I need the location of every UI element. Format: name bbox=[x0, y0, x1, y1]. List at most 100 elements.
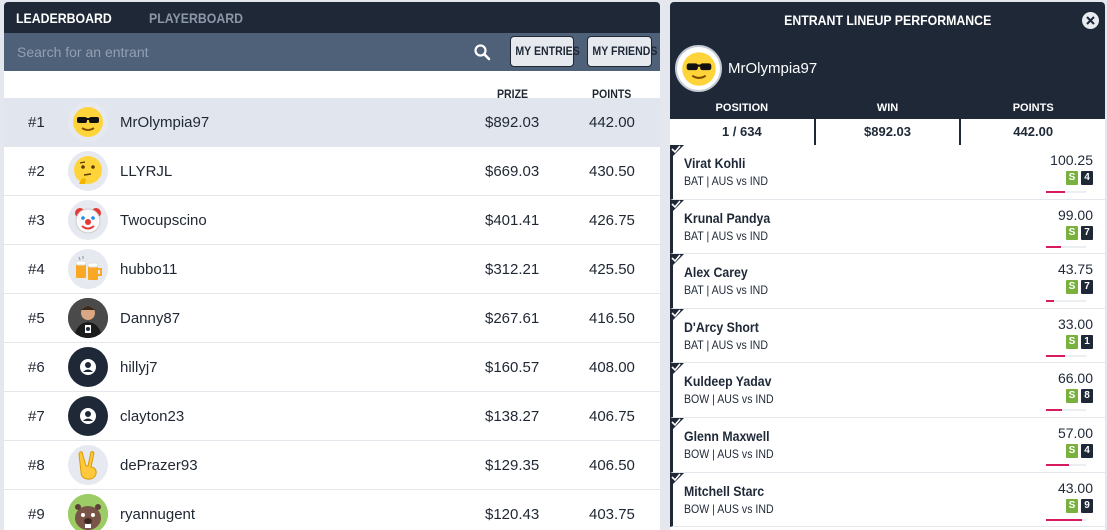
username[interactable]: ryannugent bbox=[120, 506, 195, 523]
progress-bar bbox=[1046, 463, 1086, 466]
prize-value: $401.41 bbox=[485, 211, 540, 229]
player-row[interactable]: Krunal Pandya BAT | AUS vs IND 99.00 S 7 bbox=[670, 199, 1105, 255]
panel-title: ENTRANT LINEUP PERFORMANCE bbox=[783, 12, 992, 28]
table-row[interactable]: #1 MrOlympia97 $892.03 442.00 bbox=[4, 98, 660, 147]
table-row[interactable]: #3 Twocupscino $401.41 426.75 bbox=[4, 196, 660, 245]
player-info: BOW | AUS vs IND bbox=[684, 501, 774, 516]
progress-fill bbox=[1046, 518, 1082, 521]
avatar bbox=[68, 200, 108, 240]
status-badge: S bbox=[1066, 498, 1078, 513]
player-role: BAT bbox=[684, 174, 704, 188]
tab-playerboard[interactable]: PLAYERBOARD bbox=[149, 10, 256, 26]
player-name: Glenn Maxwell bbox=[684, 427, 770, 444]
search-input[interactable] bbox=[4, 33, 500, 71]
username[interactable]: Danny87 bbox=[120, 310, 180, 327]
player-info: BAT | AUS vs IND bbox=[684, 283, 768, 298]
player-badges: S7 bbox=[1066, 225, 1093, 240]
prize-value: $312.21 bbox=[485, 260, 540, 278]
player-opponent: IND bbox=[749, 283, 768, 298]
check-icon bbox=[670, 145, 684, 159]
player-badges: S4 bbox=[1066, 443, 1093, 458]
search-icon[interactable] bbox=[473, 43, 491, 61]
player-info: BAT | AUS vs IND bbox=[684, 174, 768, 188]
prize-value: $120.43 bbox=[485, 505, 540, 523]
player-row[interactable]: D'Arcy Short BAT | AUS vs IND 33.00 S 1 bbox=[670, 308, 1105, 364]
table-row[interactable]: #4 hubbo11 $312.21 425.50 bbox=[4, 245, 660, 294]
stat-label: POSITION bbox=[670, 97, 814, 119]
entrant-stats: POSITION 1 / 634 WIN $892.03 POINTS 442.00 bbox=[670, 97, 1105, 145]
progress-fill bbox=[1046, 409, 1062, 412]
progress-fill bbox=[1046, 300, 1054, 303]
player-opponent: IND bbox=[749, 337, 768, 352]
rank: #6 bbox=[28, 358, 45, 376]
player-row[interactable]: Alex Carey BAT | AUS vs IND 43.75 S 7 bbox=[670, 254, 1105, 309]
username[interactable]: clayton23 bbox=[120, 408, 184, 425]
progress-bar bbox=[1046, 518, 1086, 521]
progress-fill bbox=[1046, 463, 1070, 466]
player-role: BAT bbox=[684, 337, 704, 352]
player-badges: S4 bbox=[1066, 171, 1093, 185]
avatar bbox=[68, 347, 108, 387]
progress-bar bbox=[1046, 245, 1086, 248]
progress-fill bbox=[1046, 354, 1065, 357]
count-badge: 8 bbox=[1081, 389, 1093, 404]
count-badge: 4 bbox=[1081, 443, 1093, 458]
rank: #7 bbox=[28, 407, 45, 425]
rank: #2 bbox=[28, 162, 45, 180]
rank: #8 bbox=[28, 456, 45, 474]
stat-label: WIN bbox=[815, 97, 960, 119]
player-role: BAT bbox=[684, 283, 704, 298]
player-row[interactable]: Mitchell Starc BOW | AUS vs IND 43.00 S 9 bbox=[670, 472, 1105, 528]
player-opponent: IND bbox=[749, 228, 768, 243]
tab-leaderboard[interactable]: LEADERBOARD bbox=[16, 10, 125, 26]
username[interactable]: MrOlympia97 bbox=[120, 114, 209, 131]
entrant-avatar bbox=[675, 45, 722, 92]
player-row[interactable]: Kuldeep Yadav BOW | AUS vs IND 66.00 S 8 bbox=[670, 363, 1105, 418]
player-team: AUS bbox=[717, 392, 739, 407]
player-role: BOW bbox=[684, 446, 710, 461]
my-entries-button[interactable]: MY ENTRIES bbox=[510, 36, 580, 67]
player-team: AUS bbox=[717, 446, 739, 461]
table-row[interactable]: #2 LLYRJL $669.03 430.50 bbox=[4, 147, 660, 196]
username[interactable]: hillyj7 bbox=[120, 359, 158, 376]
username[interactable]: hubbo11 bbox=[120, 261, 177, 278]
player-points: 43.00 bbox=[1057, 479, 1093, 496]
player-name: Alex Carey bbox=[684, 264, 748, 281]
avatar bbox=[68, 151, 108, 191]
table-row[interactable]: #9 ryannugent $120.43 403.75 bbox=[4, 490, 660, 530]
clown-face-icon bbox=[75, 208, 101, 234]
points-value: 430.50 bbox=[589, 162, 635, 180]
player-row[interactable]: Virat Kohli BAT | AUS vs IND 100.25 S 4 bbox=[670, 145, 1105, 200]
player-info: BAT | AUS vs IND bbox=[684, 337, 768, 352]
player-badges: S9 bbox=[1066, 498, 1093, 513]
check-icon bbox=[670, 472, 684, 487]
check-icon bbox=[670, 363, 684, 378]
prize-value: $892.03 bbox=[485, 113, 540, 131]
prize-value: $669.03 bbox=[485, 162, 540, 180]
check-icon bbox=[670, 308, 684, 323]
progress-bar bbox=[1046, 409, 1086, 412]
points-value: 406.50 bbox=[589, 456, 635, 474]
search-bar: MY ENTRIES MY FRIENDS bbox=[4, 33, 660, 71]
username[interactable]: Twocupscino bbox=[120, 212, 207, 229]
rank: #1 bbox=[28, 113, 45, 131]
status-badge: S bbox=[1066, 280, 1078, 295]
table-row[interactable]: #5 Danny87 $267.61 416.50 bbox=[4, 294, 660, 343]
username[interactable]: LLYRJL bbox=[120, 163, 172, 180]
player-row[interactable]: Glenn Maxwell BOW | AUS vs IND 57.00 S 4 bbox=[670, 417, 1105, 473]
avatar bbox=[68, 494, 108, 530]
player-info: BOW | AUS vs IND bbox=[684, 392, 774, 407]
progress-bar bbox=[1046, 300, 1086, 303]
beer-mugs-icon bbox=[75, 256, 102, 280]
close-button[interactable] bbox=[1082, 12, 1099, 29]
my-friends-button[interactable]: MY FRIENDS bbox=[587, 36, 657, 67]
close-icon bbox=[1086, 16, 1095, 25]
table-row[interactable]: #7 clayton23 $138.27 406.75 bbox=[4, 392, 660, 441]
points-value: 416.50 bbox=[589, 309, 635, 327]
stat-value: $892.03 bbox=[864, 124, 911, 139]
player-badges: S7 bbox=[1066, 280, 1093, 295]
username[interactable]: dePrazer93 bbox=[120, 457, 198, 474]
player-name: Virat Kohli bbox=[684, 155, 746, 171]
table-row[interactable]: #8 dePrazer93 $129.35 406.50 bbox=[4, 441, 660, 490]
table-row[interactable]: #6 hillyj7 $160.57 408.00 bbox=[4, 343, 660, 392]
